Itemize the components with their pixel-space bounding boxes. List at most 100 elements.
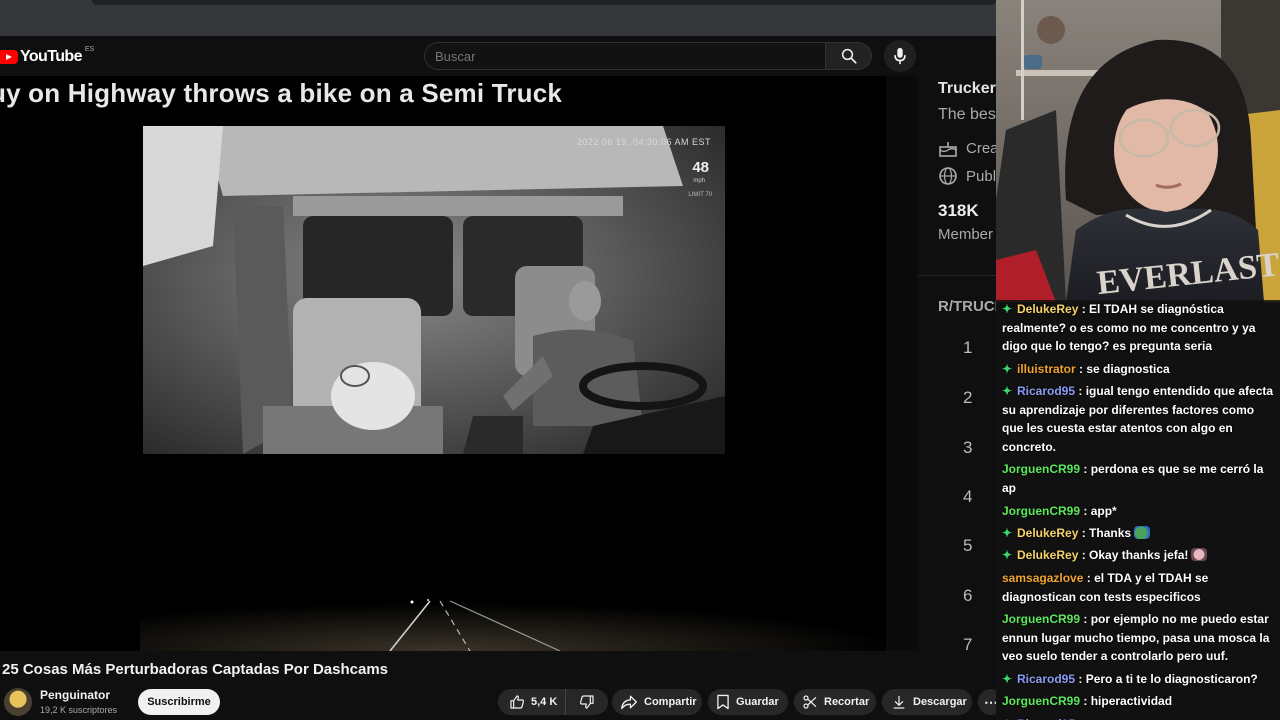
channel-avatar[interactable] (4, 688, 32, 716)
subscriber-badge-icon: ✦ (1002, 548, 1013, 563)
channel-name[interactable]: Penguinator (40, 688, 110, 702)
clip-button[interactable]: Recortar (794, 689, 876, 715)
browser-tab-edge (92, 0, 996, 5)
chat-separator: : (1078, 548, 1090, 563)
night-road-image (140, 571, 900, 651)
chat-separator: : (1075, 384, 1086, 399)
share-button[interactable]: Compartir (612, 689, 702, 715)
dislike-button[interactable] (566, 689, 608, 715)
community-subtitle: The bes (938, 106, 996, 123)
save-label: Guardar (736, 696, 779, 708)
chat-message: ✦ DelukeRey : El TDAH se diagnóstica real… (996, 300, 1280, 356)
community-public-label: Publ (966, 167, 996, 185)
video-player[interactable]: uy on Highway throws a bike on a Semi Tr… (0, 76, 918, 651)
community-created: Crea (938, 139, 996, 157)
chat-username[interactable]: DelukeRey (1017, 526, 1078, 540)
youtube-masthead: YouTube ES (0, 36, 996, 76)
chat-message: ✦ illuistrator : se diagnostica (996, 360, 1280, 379)
subscriber-badge-icon: ✦ (1002, 525, 1013, 540)
chat-username[interactable]: DelukeRey (1017, 302, 1078, 316)
like-dislike-group: 5,4 K (498, 689, 608, 715)
download-label: Descargar (913, 696, 967, 708)
chat-username[interactable]: JorguenCR99 (1002, 694, 1080, 708)
dashcam-speed: 48 (692, 159, 709, 176)
download-icon (893, 696, 905, 709)
youtube-play-icon (0, 50, 18, 64)
share-icon (621, 695, 637, 710)
chat-username[interactable]: Ricarod95 (1017, 384, 1075, 398)
chat-message: JorguenCR99 : por ejemplo no me puedo es… (996, 610, 1280, 666)
like-button[interactable]: 5,4 K (498, 689, 566, 715)
save-button[interactable]: Guardar (708, 689, 788, 715)
rule-number[interactable]: 1 (963, 338, 972, 358)
chat-separator: : (1080, 503, 1091, 518)
chat-message: ✦ Ricarod95 : igual tengo entendido que a… (996, 382, 1280, 456)
community-members-label: Member (938, 226, 994, 243)
chat-message: ✦Ricarod95 : ya pero creo que eso no se … (996, 715, 1280, 720)
search-bar (424, 42, 872, 70)
subscriber-badge-icon: ✦ (1002, 715, 1014, 720)
download-button[interactable]: Descargar (882, 689, 972, 715)
chat-message: JorguenCR99 : app* (996, 502, 1280, 521)
search-button[interactable] (826, 42, 872, 70)
chat-username[interactable]: JorguenCR99 (1002, 462, 1080, 476)
chat-username[interactable]: illuistrator (1017, 362, 1076, 376)
chat-separator: : (1080, 462, 1091, 477)
chat-message: ✦ DelukeRey : Thanks (996, 524, 1280, 543)
rule-number[interactable]: 3 (963, 438, 972, 458)
chat-message: JorguenCR99 : hiperactividad (996, 692, 1280, 711)
like-count: 5,4 K (531, 696, 558, 708)
rule-number[interactable]: 5 (963, 536, 972, 556)
community-members-count: 318K (938, 201, 979, 220)
community-created-label: Crea (966, 139, 996, 157)
stream-layout: YouTube ES uy on Highway throws a bike o… (0, 0, 1280, 720)
voice-search-button[interactable] (884, 40, 916, 72)
embedded-video-title: uy on Highway throws a bike on a Semi Tr… (0, 78, 563, 108)
subscriber-badge-icon: ✦ (1002, 302, 1013, 316)
chat-separator: : (1078, 525, 1090, 540)
rule-number[interactable]: 6 (963, 586, 972, 606)
chat-text: Thanks (1089, 525, 1132, 540)
chat-message: ✦ DelukeRey : Okay thanks jefa! (996, 546, 1280, 565)
subscriber-badge-icon: ✦ (1002, 384, 1013, 399)
pig-emote-icon (1191, 548, 1208, 562)
chat-text: se diagnostica (1086, 361, 1170, 376)
chat-username[interactable]: Ricarod95 (1017, 672, 1075, 686)
dislike-icon (580, 695, 594, 709)
chat-username[interactable]: JorguenCR99 (1002, 612, 1080, 626)
chat-username[interactable]: JorguenCR99 (1002, 504, 1080, 518)
clip-label: Recortar (824, 696, 870, 708)
chat-separator: : (1080, 612, 1091, 627)
clip-icon (803, 695, 817, 709)
cake-icon (939, 142, 957, 157)
chat-separator: : (1075, 671, 1086, 686)
channel-subscriber-count: 19,2 K suscriptores (40, 705, 118, 715)
webcam-image: EVERLAST (996, 0, 1280, 302)
chat-username[interactable]: DelukeRey (1017, 548, 1078, 562)
chat-separator: : (1075, 361, 1087, 376)
save-icon (717, 694, 729, 710)
live-chat-overlay: ✦ DelukeRey : El TDAH se diagnóstica real… (996, 300, 1280, 720)
dashcam-timestamp: 2022 06 19, 04:30:06 AM EST (576, 137, 711, 147)
subscribe-button[interactable]: Suscribirme (138, 689, 220, 715)
chat-message: JorguenCR99 : perdona es que se me cerró… (996, 460, 1280, 497)
search-input[interactable] (424, 42, 826, 70)
community-rules-heading: R/TRUCK (938, 298, 996, 315)
rule-number[interactable]: 4 (963, 487, 972, 507)
globe-icon (939, 167, 957, 185)
chat-separator: : (1083, 570, 1095, 585)
subscriber-badge-icon: ✦ (1002, 671, 1013, 686)
rule-number[interactable]: 7 (963, 635, 972, 651)
more-actions-button[interactable]: ⋯ (978, 689, 996, 715)
rule-number[interactable]: 2 (963, 388, 972, 408)
country-code: ES (84, 45, 95, 53)
chat-separator: : (1078, 302, 1090, 316)
chat-username[interactable]: samsagazlove (1002, 571, 1083, 585)
subscriber-badge-icon: ✦ (1002, 361, 1013, 376)
like-icon (510, 695, 524, 709)
youtube-logo[interactable]: YouTube ES (0, 46, 94, 68)
chat-text: hiperactividad (1090, 694, 1173, 709)
community-public: Publ (938, 166, 996, 186)
logo-text: YouTube (20, 48, 82, 65)
community-name: Trucker (938, 80, 996, 97)
